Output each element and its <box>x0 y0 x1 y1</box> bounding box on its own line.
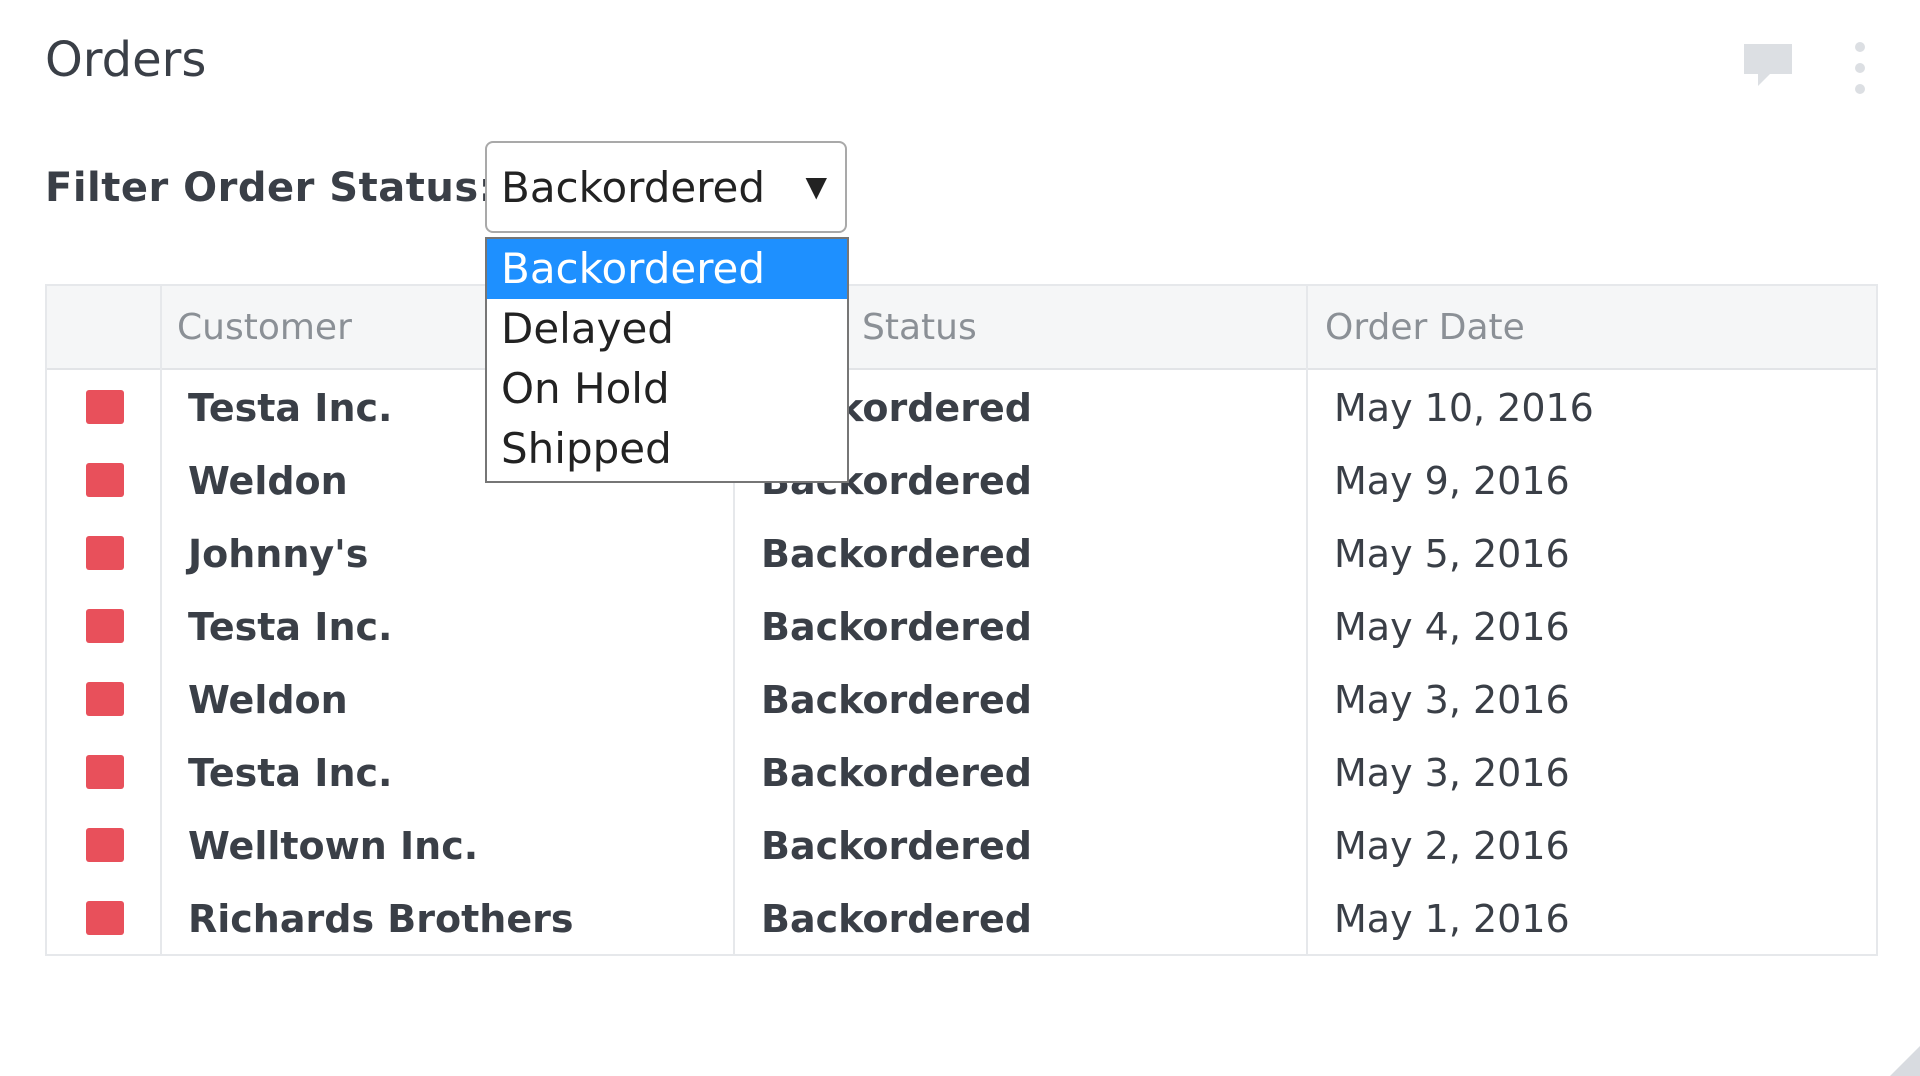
orders-table: Customer Status Order Date Testa Inc. Ba… <box>45 284 1878 956</box>
order-date-cell: May 4, 2016 <box>1334 605 1570 649</box>
status-indicator <box>86 828 124 862</box>
status-cell: Backordered <box>761 751 1032 795</box>
status-indicator <box>86 755 124 789</box>
status-filter-value: Backordered <box>501 163 766 212</box>
order-date-cell: May 3, 2016 <box>1334 678 1570 722</box>
customer-cell: Welltown Inc. <box>188 824 479 868</box>
customer-cell: Johnny's <box>188 532 369 576</box>
option-backordered[interactable]: Backordered <box>487 239 847 299</box>
table-row[interactable]: Testa Inc. Backordered May 3, 2016 <box>47 735 1876 808</box>
status-cell: Backordered <box>761 532 1032 576</box>
status-indicator <box>86 463 124 497</box>
orders-widget: Orders Filter Order Status: Backordered … <box>0 0 1920 1076</box>
option-shipped[interactable]: Shipped <box>487 419 847 479</box>
customer-cell: Weldon <box>188 459 348 503</box>
status-indicator <box>86 536 124 570</box>
column-header-status[interactable]: Status <box>862 306 977 350</box>
status-indicator <box>86 682 124 716</box>
customer-cell: Weldon <box>188 678 348 722</box>
status-indicator <box>86 609 124 643</box>
chevron-down-icon: ▼ <box>805 170 827 203</box>
status-cell: Backordered <box>761 897 1032 941</box>
comment-icon[interactable] <box>1742 40 1794 92</box>
order-date-cell: May 10, 2016 <box>1334 386 1594 430</box>
table-row[interactable]: Testa Inc. Backordered May 10, 2016 <box>47 370 1876 443</box>
column-header-order-date[interactable]: Order Date <box>1325 306 1525 350</box>
more-vertical-icon[interactable] <box>1846 40 1874 98</box>
order-date-cell: May 2, 2016 <box>1334 824 1570 868</box>
option-on-hold[interactable]: On Hold <box>487 359 847 419</box>
table-row[interactable]: Testa Inc. Backordered May 4, 2016 <box>47 589 1876 662</box>
customer-cell: Richards Brothers <box>188 897 574 941</box>
table-row[interactable]: Johnny's Backordered May 5, 2016 <box>47 516 1876 589</box>
status-indicator <box>86 901 124 935</box>
order-date-cell: May 3, 2016 <box>1334 751 1570 795</box>
status-cell: Backordered <box>761 678 1032 722</box>
status-filter-dropdown: Backordered Delayed On Hold Shipped <box>485 237 849 483</box>
customer-cell: Testa Inc. <box>188 751 393 795</box>
table-row[interactable]: Welltown Inc. Backordered May 2, 2016 <box>47 808 1876 881</box>
status-filter-select[interactable]: Backordered ▼ <box>485 141 847 233</box>
table-header: Customer Status Order Date <box>47 286 1876 370</box>
filter-label: Filter Order Status: <box>45 165 496 211</box>
resize-handle[interactable] <box>1890 1046 1920 1076</box>
option-delayed[interactable]: Delayed <box>487 299 847 359</box>
order-date-cell: May 5, 2016 <box>1334 532 1570 576</box>
table-row[interactable]: Weldon Backordered May 9, 2016 <box>47 443 1876 516</box>
status-cell: Backordered <box>761 605 1032 649</box>
table-row[interactable]: Richards Brothers Backordered May 1, 201… <box>47 881 1876 954</box>
order-date-cell: May 1, 2016 <box>1334 897 1570 941</box>
widget-title: Orders <box>45 32 207 88</box>
status-cell: Backordered <box>761 824 1032 868</box>
customer-cell: Testa Inc. <box>188 386 393 430</box>
column-header-customer[interactable]: Customer <box>177 306 352 350</box>
table-row[interactable]: Weldon Backordered May 3, 2016 <box>47 662 1876 735</box>
status-indicator <box>86 390 124 424</box>
customer-cell: Testa Inc. <box>188 605 393 649</box>
order-date-cell: May 9, 2016 <box>1334 459 1570 503</box>
